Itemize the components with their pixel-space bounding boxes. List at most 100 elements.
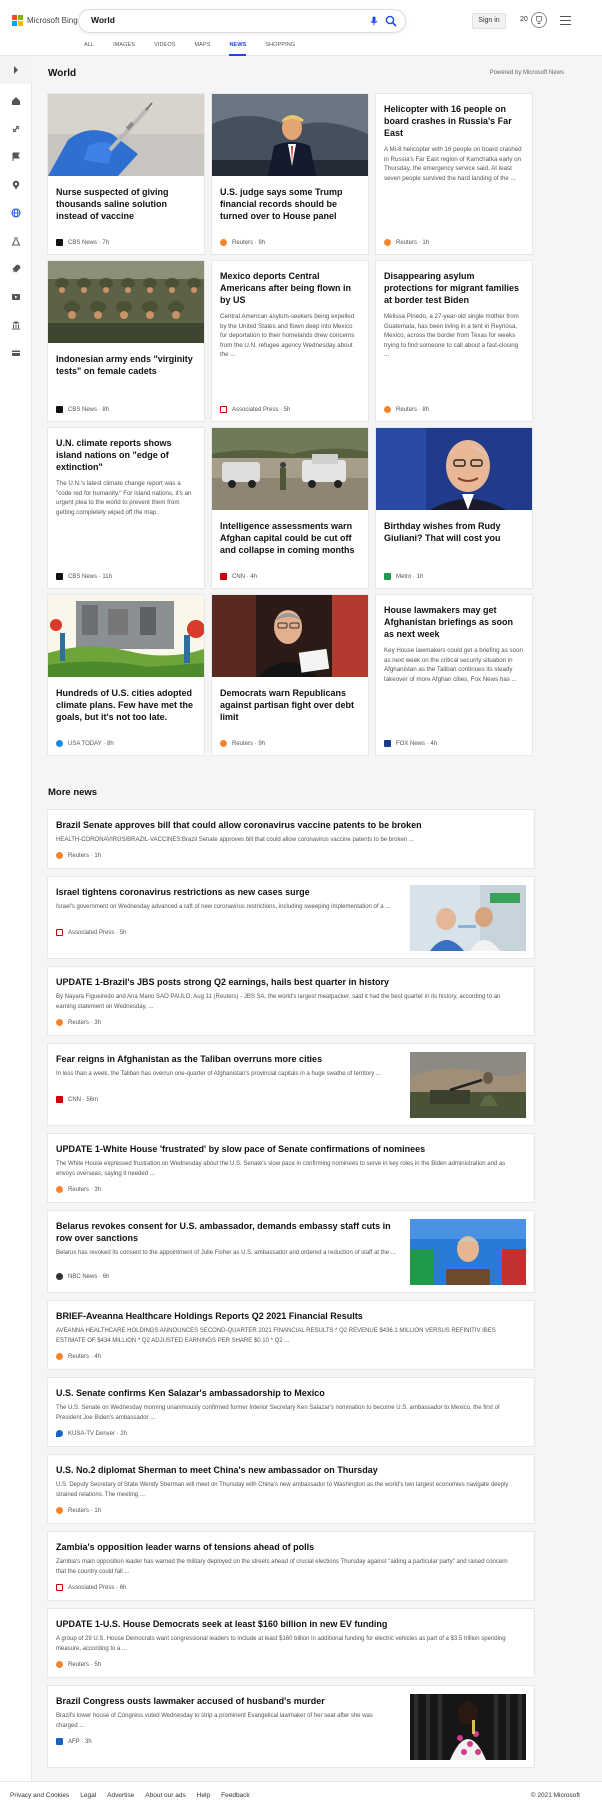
news-card[interactable]: House lawmakers may get Afghanistan brie… <box>376 595 532 755</box>
news-row[interactable]: Zambia's opposition leader warns of tens… <box>48 1532 534 1600</box>
news-row[interactable]: Belarus revokes consent for U.S. ambassa… <box>48 1211 534 1292</box>
card-title[interactable]: Democrats warn Republicans against parti… <box>212 687 368 723</box>
news-card[interactable]: Birthday wishes from Rudy Giuliani? That… <box>376 428 532 588</box>
news-row[interactable]: U.S. No.2 diplomat Sherman to meet China… <box>48 1455 534 1523</box>
row-title[interactable]: Zambia's opposition leader warns of tens… <box>56 1541 516 1553</box>
bank-icon[interactable] <box>11 320 21 330</box>
row-title[interactable]: Fear reigns in Afghanistan as the Taliba… <box>56 1053 396 1065</box>
news-row[interactable]: UPDATE 1-White House 'frustrated' by slo… <box>48 1134 534 1202</box>
news-card[interactable]: Helicopter with 16 people on board crash… <box>376 94 532 254</box>
card-title[interactable]: Disappearing asylum protections for migr… <box>376 270 532 306</box>
news-row[interactable]: Israel tightens coronavirus restrictions… <box>48 877 534 958</box>
row-title[interactable]: Brazil Congress ousts lawmaker accused o… <box>56 1695 396 1707</box>
footer-link-feedback[interactable]: Feedback <box>221 1792 250 1799</box>
news-row[interactable]: UPDATE 1-U.S. House Democrats seek at le… <box>48 1609 534 1677</box>
card-snippet: Key House lawmakers could get a briefing… <box>384 647 523 683</box>
row-image[interactable] <box>410 1052 526 1118</box>
card-image <box>48 261 204 343</box>
card-title[interactable]: U.S. judge says some Trump financial rec… <box>212 186 368 222</box>
bing-logo[interactable]: Microsoft Bing <box>12 15 78 26</box>
tab-videos[interactable]: VIDEOS <box>154 36 175 56</box>
search-input[interactable] <box>91 15 331 25</box>
news-row[interactable]: UPDATE 1-Brazil's JBS posts strong Q2 ea… <box>48 967 534 1035</box>
news-row[interactable]: U.S. Senate confirms Ken Salazar's ambas… <box>48 1378 534 1446</box>
news-card[interactable]: Hundreds of U.S. cities adopted climate … <box>48 595 204 755</box>
card-title[interactable]: Hundreds of U.S. cities adopted climate … <box>48 687 204 723</box>
tab-images[interactable]: IMAGES <box>113 36 135 56</box>
tab-maps[interactable]: MAPS <box>194 36 210 56</box>
footer-link-about-ads[interactable]: About our ads <box>145 1792 185 1799</box>
card-title[interactable]: Nurse suspected of giving thousands sali… <box>48 186 204 222</box>
flag-icon[interactable] <box>11 152 21 162</box>
card-title[interactable]: Intelligence assessments warn Afghan cap… <box>212 520 368 556</box>
footer-link-advertise[interactable]: Advertise <box>107 1792 134 1799</box>
row-image[interactable] <box>410 1219 526 1285</box>
card-title[interactable]: Mexico deports Central Americans after b… <box>212 270 368 306</box>
brand-name: Microsoft Bing <box>27 16 78 25</box>
news-card[interactable]: Nurse suspected of giving thousands sali… <box>48 94 204 254</box>
science-icon[interactable] <box>11 236 21 246</box>
footer-link-legal[interactable]: Legal <box>80 1792 96 1799</box>
news-card[interactable]: Indonesian army ends "virginity tests" o… <box>48 261 204 421</box>
cnn-logo-icon <box>220 573 227 580</box>
row-meta: Reuters · 1h <box>56 1507 101 1514</box>
card-title[interactable]: Indonesian army ends "virginity tests" o… <box>48 353 204 377</box>
row-title[interactable]: U.S. Senate confirms Ken Salazar's ambas… <box>56 1387 516 1399</box>
video-icon[interactable] <box>11 292 21 302</box>
news-row[interactable]: Brazil Senate approves bill that could a… <box>48 810 534 868</box>
footer-link-help[interactable]: Help <box>197 1792 210 1799</box>
card-title[interactable]: Birthday wishes from Rudy Giuliani? That… <box>376 520 532 544</box>
location-icon[interactable] <box>11 180 21 190</box>
row-snippet: Israel's government on Wednesday advance… <box>56 904 391 910</box>
row-title[interactable]: UPDATE 1-Brazil's JBS posts strong Q2 ea… <box>56 976 516 988</box>
row-title[interactable]: U.S. No.2 diplomat Sherman to meet China… <box>56 1464 516 1476</box>
microphone-icon[interactable] <box>369 16 379 26</box>
search-icon[interactable] <box>385 15 397 27</box>
expand-icon[interactable] <box>11 65 21 75</box>
rocket-icon[interactable] <box>11 264 21 274</box>
tab-shopping[interactable]: SHOPPING <box>265 36 295 56</box>
globe-icon[interactable] <box>11 208 21 218</box>
footer-link-privacy[interactable]: Privacy and Cookies <box>10 1792 69 1799</box>
sports-icon[interactable] <box>11 124 21 134</box>
news-card[interactable]: Disappearing asylum protections for migr… <box>376 261 532 421</box>
row-image[interactable] <box>410 1694 526 1760</box>
powered-by[interactable]: Powered by Microsoft News <box>490 70 564 76</box>
news-card[interactable]: U.N. climate reports shows island nation… <box>48 428 204 588</box>
tab-all[interactable]: ALL <box>84 36 94 56</box>
row-title[interactable]: UPDATE 1-White House 'frustrated' by slo… <box>56 1143 516 1155</box>
time-ago: 11h <box>102 573 112 580</box>
row-title[interactable]: BRIEF-Aveanna Healthcare Holdings Report… <box>56 1310 516 1322</box>
news-row[interactable]: Brazil Congress ousts lawmaker accused o… <box>48 1686 534 1767</box>
card-icon[interactable] <box>11 348 21 358</box>
row-meta: AFP · 3h <box>56 1738 92 1745</box>
rewards-points[interactable]: 20 <box>520 16 528 23</box>
usa-today-logo-icon <box>56 740 63 747</box>
rewards-trophy-icon[interactable] <box>531 12 547 28</box>
row-snippet: AVEANNA HEALTHCARE HOLDINGS ANNOUNCES SE… <box>56 1328 496 1344</box>
card-meta: Metro · 1h <box>384 573 423 580</box>
news-row[interactable]: BRIEF-Aveanna Healthcare Holdings Report… <box>48 1301 534 1369</box>
row-title[interactable]: Belarus revokes consent for U.S. ambassa… <box>56 1220 396 1244</box>
search-box[interactable] <box>79 10 405 32</box>
time-ago: 8h <box>107 740 114 747</box>
source-name: CBS News <box>68 573 98 580</box>
row-image[interactable] <box>410 885 526 951</box>
card-title[interactable]: Helicopter with 16 people on board crash… <box>376 103 532 139</box>
home-icon[interactable] <box>11 96 21 106</box>
card-title[interactable]: U.N. climate reports shows island nation… <box>48 437 204 473</box>
source-name: Associated Press <box>68 929 115 936</box>
sign-in-button[interactable]: Sign in <box>472 13 506 29</box>
news-row[interactable]: Fear reigns in Afghanistan as the Taliba… <box>48 1044 534 1125</box>
row-title[interactable]: UPDATE 1-U.S. House Democrats seek at le… <box>56 1618 516 1630</box>
menu-icon[interactable] <box>560 16 571 25</box>
row-title[interactable]: Israel tightens coronavirus restrictions… <box>56 886 396 898</box>
row-title[interactable]: Brazil Senate approves bill that could a… <box>56 819 516 831</box>
news-card[interactable]: Democrats warn Republicans against parti… <box>212 595 368 755</box>
news-card[interactable]: Intelligence assessments warn Afghan cap… <box>212 428 368 588</box>
time-ago: 8h <box>422 406 430 413</box>
news-card[interactable]: Mexico deports Central Americans after b… <box>212 261 368 421</box>
tab-news[interactable]: NEWS <box>229 36 247 56</box>
news-card[interactable]: U.S. judge says some Trump financial rec… <box>212 94 368 254</box>
card-title[interactable]: House lawmakers may get Afghanistan brie… <box>376 604 532 640</box>
